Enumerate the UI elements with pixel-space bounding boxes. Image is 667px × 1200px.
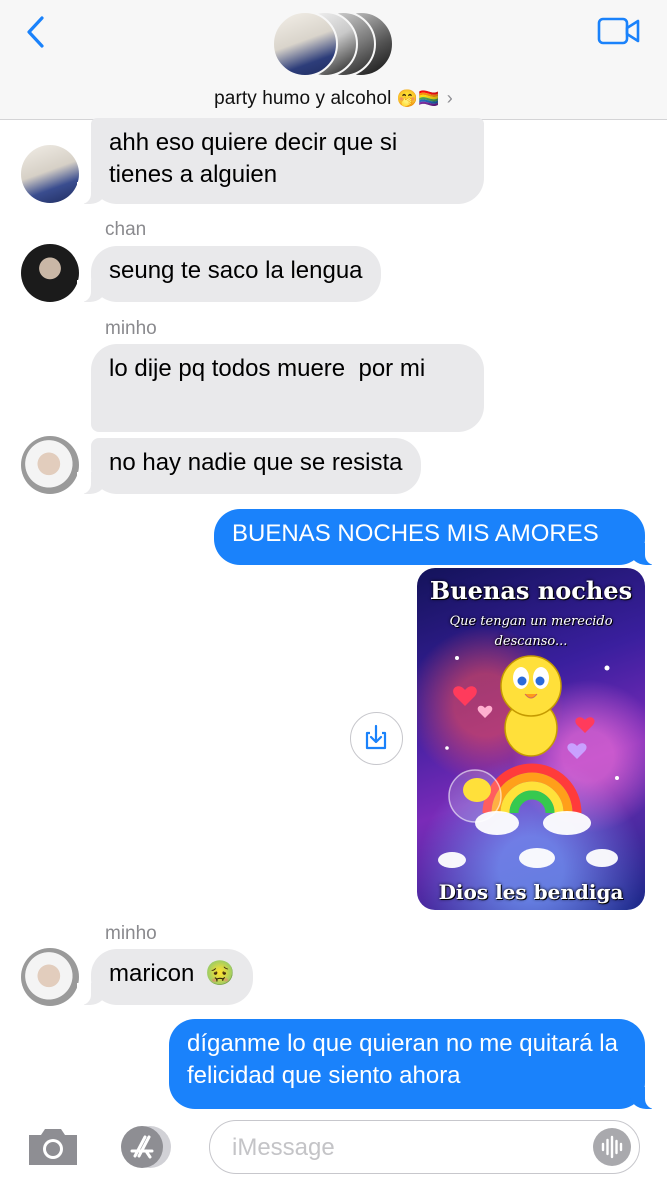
message-input[interactable]: iMessage [209,1120,640,1174]
group-name-label: party humo y alcohol [214,88,392,109]
composer-bar: iMessage [0,1110,667,1200]
chevron-left-icon [27,16,44,48]
message-text: díganme lo que quieran no me quitará la … [187,1030,618,1089]
message-bubble[interactable]: ahh eso quiere decir que si tienes a alg… [77,118,484,204]
avatar [272,11,338,77]
conversation-header: party humo y alcohol 🤭🏳️‍🌈 › [0,0,667,120]
avatar[interactable] [21,948,79,1006]
message-text: maricon [109,960,195,987]
camera-button[interactable] [25,1125,81,1169]
message-bubble[interactable]: seung te saco la lengua [77,246,381,302]
sender-name: minho [105,923,157,944]
video-camera-icon [597,17,640,45]
chevron-right-icon: › [446,88,453,108]
download-icon [365,724,387,750]
message-bubble[interactable]: lo dije pq todos muere por mi [91,344,484,432]
app-store-button[interactable] [114,1124,176,1170]
facetime-video-button[interactable] [597,16,641,46]
back-button[interactable] [22,14,52,50]
message-text: BUENAS NOCHES MIS AMORES [232,520,599,547]
image-footer: Dios les bendiga [438,880,624,904]
message-text: seung te saco la lengua [109,257,363,284]
message-text: ahh eso quiere decir que si tienes a alg… [109,129,398,188]
message-bubble[interactable]: maricon 🤢 [77,949,253,1005]
audio-waveform-icon [601,1135,623,1159]
message-text: lo dije pq todos muere por mi [109,355,426,382]
image-message[interactable]: Buenas noches Que tengan un merecido des… [417,568,645,910]
avatar[interactable] [21,145,79,203]
group-avatar-stack[interactable] [272,11,396,79]
message-emoji: 🤢 [205,960,235,987]
tweety-illustration [438,655,619,868]
group-name-emoji: 🤭🏳️‍🌈 [396,89,440,108]
camera-icon [29,1129,77,1165]
sender-name: chan [105,219,147,240]
message-input-placeholder: iMessage [232,1134,335,1161]
app-store-icon [121,1126,171,1168]
sender-name: minho [105,318,157,339]
audio-message-button[interactable] [593,1128,631,1166]
save-image-button[interactable] [350,712,403,765]
group-name[interactable]: party humo y alcohol 🤭🏳️‍🌈 › [0,88,667,110]
message-text: no hay nadie que se resista [109,449,403,476]
message-bubble[interactable]: díganme lo que quieran no me quitará la … [169,1019,659,1109]
avatar[interactable] [21,244,79,302]
avatar[interactable] [21,436,79,494]
message-bubble[interactable]: BUENAS NOCHES MIS AMORES [214,509,659,565]
message-bubble[interactable]: no hay nadie que se resista [77,438,421,494]
